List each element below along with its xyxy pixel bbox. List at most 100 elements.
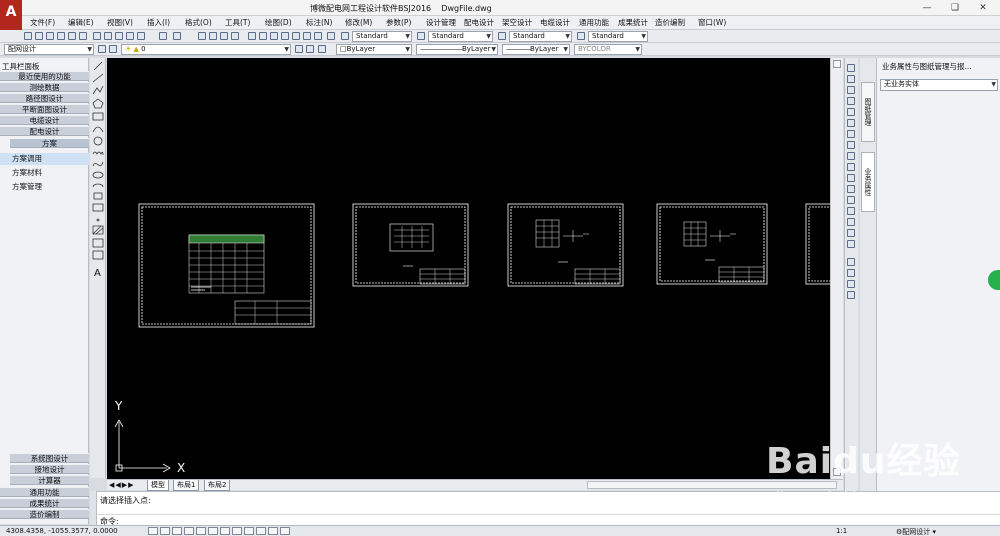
tool-palette-icon[interactable] — [270, 32, 278, 40]
section-scheme[interactable]: 方案 — [10, 138, 89, 148]
table-style-icon[interactable] — [498, 32, 506, 40]
break-icon[interactable] — [847, 196, 855, 204]
plotstyle-select[interactable]: BYCOLOR ▼ — [574, 44, 642, 55]
menu-draw[interactable]: 绘图(D) — [265, 17, 292, 28]
category-survey-data[interactable]: 测绘数据 — [0, 82, 89, 92]
business-entity-select[interactable]: 无业务实体 ▼ — [880, 79, 998, 91]
menu-file[interactable]: 文件(F) — [30, 17, 55, 28]
draworder-above-icon[interactable] — [847, 280, 855, 288]
paste-icon[interactable] — [115, 32, 123, 40]
layer-manager-icon[interactable] — [109, 45, 117, 53]
zoom-realtime-icon[interactable] — [209, 32, 217, 40]
move-icon[interactable] — [847, 119, 855, 127]
mleader-style-icon[interactable] — [577, 32, 585, 40]
draworder-back-icon[interactable] — [847, 269, 855, 277]
category-calculator[interactable]: 计算器 — [10, 475, 89, 485]
fillet-icon[interactable] — [847, 229, 855, 237]
properties-icon[interactable] — [248, 32, 256, 40]
publish-icon[interactable] — [79, 32, 87, 40]
break-point-icon[interactable] — [847, 185, 855, 193]
undo-icon[interactable] — [159, 32, 167, 40]
polar-toggle[interactable] — [196, 527, 206, 535]
help-icon[interactable] — [327, 32, 335, 40]
minimize-button[interactable]: — — [912, 0, 942, 16]
tab-business-properties[interactable]: 业务属性 — [861, 152, 875, 212]
menu-params[interactable]: 参数(P) — [386, 17, 411, 28]
scheme-call-item[interactable]: 方案调用 — [0, 153, 89, 165]
markup-icon[interactable] — [292, 32, 300, 40]
close-button[interactable]: ✕ — [968, 0, 998, 16]
preview-icon[interactable] — [68, 32, 76, 40]
block-editor-icon[interactable] — [137, 32, 145, 40]
db-connect-icon[interactable] — [314, 32, 322, 40]
category-results[interactable]: 成果统计 — [0, 498, 89, 508]
color-select[interactable]: □ByLayer ▼ — [336, 44, 412, 55]
redo-icon[interactable] — [173, 32, 181, 40]
menu-insert[interactable]: 插入(I) — [147, 17, 170, 28]
text-style-icon[interactable] — [341, 32, 349, 40]
command-window-handle[interactable] — [90, 491, 97, 525]
chamfer-icon[interactable] — [847, 218, 855, 226]
table-style-select[interactable]: Standard ▼ — [509, 31, 572, 42]
menu-dimension[interactable]: 标注(N) — [306, 17, 332, 28]
tab-model[interactable]: 模型 — [147, 480, 169, 491]
dim-style-icon[interactable] — [417, 32, 425, 40]
category-distribution-design[interactable]: 配电设计 — [0, 126, 89, 136]
join-icon[interactable] — [847, 207, 855, 215]
menu-view[interactable]: 视图(V) — [107, 17, 133, 28]
workspace-switch[interactable]: ⚙配网设计 ▾ — [896, 527, 936, 536]
design-center-icon[interactable] — [259, 32, 267, 40]
mirror-icon[interactable] — [847, 86, 855, 94]
app-logo[interactable]: A — [0, 0, 22, 30]
workspace-settings-icon[interactable] — [98, 45, 106, 53]
erase-icon[interactable] — [847, 64, 855, 72]
menu-tools[interactable]: 工具(T) — [225, 17, 250, 28]
linetype-select[interactable]: ———————ByLayer ▼ — [416, 44, 498, 55]
sheet-set-icon[interactable] — [281, 32, 289, 40]
explode-icon[interactable] — [847, 240, 855, 248]
tab-nav-arrows[interactable]: ◀◀▶▶ — [109, 481, 135, 489]
make-current-icon[interactable] — [295, 45, 303, 53]
match-prop-icon[interactable] — [126, 32, 134, 40]
dim-style-select[interactable]: Standard ▼ — [428, 31, 493, 42]
ducs-toggle[interactable] — [232, 527, 242, 535]
restore-button[interactable]: ❏ — [940, 0, 970, 16]
stretch-icon[interactable] — [847, 152, 855, 160]
scroll-up-button[interactable] — [833, 60, 841, 68]
menu-edit[interactable]: 编辑(E) — [68, 17, 94, 28]
scheme-material-item[interactable]: 方案材料 — [0, 167, 89, 179]
tab-layout2[interactable]: 布局2 — [204, 480, 231, 491]
menu-overhead-design[interactable]: 架空设计 — [502, 17, 532, 28]
drawing-canvas[interactable]: Y X — [107, 58, 830, 479]
offset-icon[interactable] — [847, 97, 855, 105]
cut-icon[interactable] — [93, 32, 101, 40]
category-general[interactable]: 通用功能 — [0, 487, 89, 497]
menu-general[interactable]: 通用功能 — [579, 17, 609, 28]
rotate-icon[interactable] — [847, 130, 855, 138]
category-cable-design[interactable]: 电缆设计 — [0, 115, 89, 125]
layer-previous-icon[interactable] — [306, 45, 314, 53]
menu-distribution-design[interactable]: 配电设计 — [464, 17, 494, 28]
layer-states-icon[interactable] — [318, 45, 326, 53]
layer-select[interactable]: ☀ ▲ 0 ▼ — [121, 44, 291, 55]
scale-icon[interactable] — [847, 141, 855, 149]
new-file-icon[interactable] — [24, 32, 32, 40]
print-icon[interactable] — [57, 32, 65, 40]
snap-toggle[interactable] — [160, 527, 170, 535]
zoom-previous-icon[interactable] — [231, 32, 239, 40]
scheme-manage-item[interactable]: 方案管理 — [0, 181, 89, 193]
menu-cable-design[interactable]: 电缆设计 — [540, 17, 570, 28]
mleader-style-select[interactable]: Standard ▼ — [588, 31, 648, 42]
save-icon[interactable] — [46, 32, 54, 40]
extend-icon[interactable] — [847, 174, 855, 182]
category-grounding[interactable]: 接地设计 — [10, 464, 89, 474]
draworder-under-icon[interactable] — [847, 291, 855, 299]
osnap-toggle[interactable] — [208, 527, 218, 535]
array-icon[interactable] — [847, 108, 855, 116]
menu-design-mgmt[interactable]: 设计管理 — [426, 17, 456, 28]
text-style-select[interactable]: Standard ▼ — [352, 31, 412, 42]
tab-layout1[interactable]: 布局1 — [173, 480, 200, 491]
quickcalc-icon[interactable] — [303, 32, 311, 40]
open-file-icon[interactable] — [35, 32, 43, 40]
menu-cost[interactable]: 造价编制 — [655, 17, 685, 28]
